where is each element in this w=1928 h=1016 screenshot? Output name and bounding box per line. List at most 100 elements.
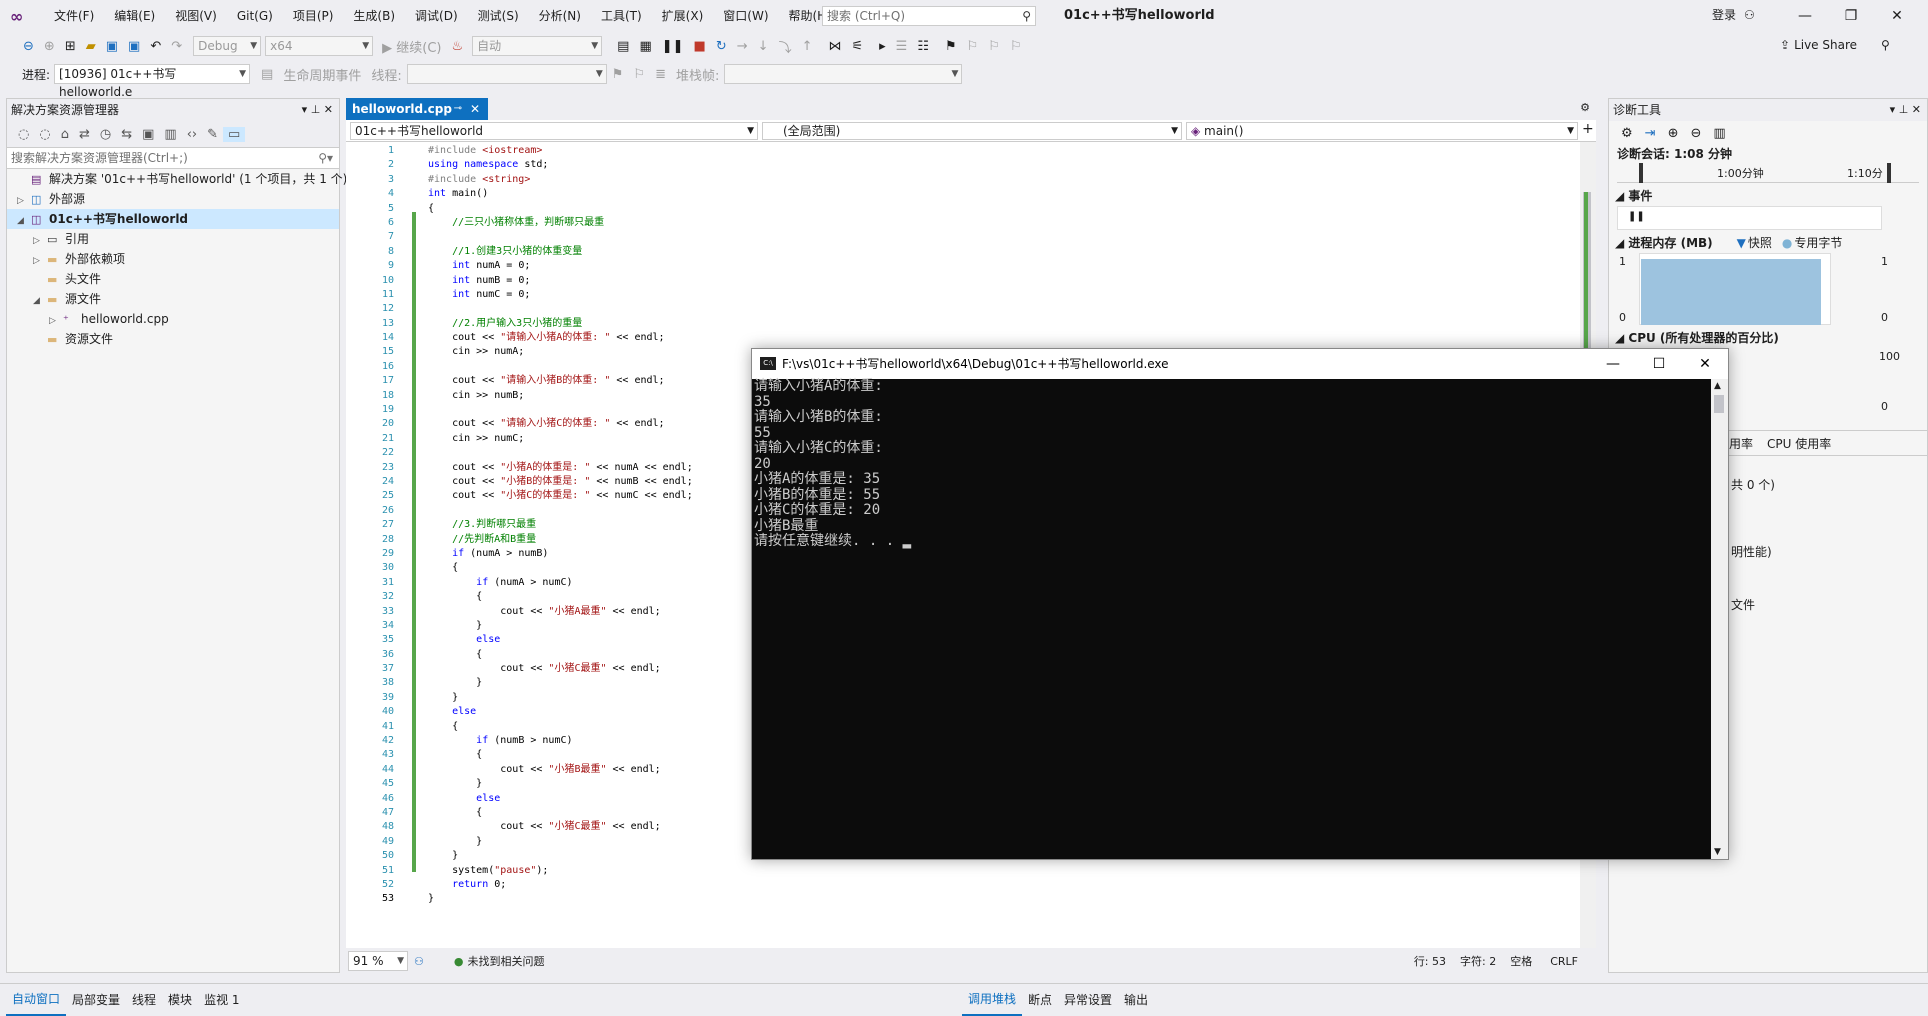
step-icon[interactable]: → [732, 39, 753, 54]
hot-reload-icon[interactable]: ♨ [447, 39, 469, 54]
code-line[interactable]: } [428, 892, 693, 906]
console-window[interactable]: C:\ F:\vs\01c++书写helloworld\x64\Debug\01… [751, 348, 1729, 860]
code-line[interactable] [428, 504, 693, 518]
code-icon[interactable]: ‹› [182, 127, 202, 142]
code-line[interactable]: cout << "小猪A最重" << endl; [428, 605, 693, 619]
bottom-tab[interactable]: 监视 1 [198, 985, 245, 1015]
gear-icon[interactable]: ⚙ [1615, 126, 1639, 141]
collapse-icon[interactable]: ▣ [137, 127, 159, 142]
code-line[interactable]: return 0; [428, 878, 693, 892]
code-line[interactable]: { [428, 648, 693, 662]
bookmark-icon[interactable]: ⚑ [940, 39, 962, 54]
filter-icon[interactable]: ⚑ [607, 67, 629, 82]
code-line[interactable] [428, 446, 693, 460]
back-icon[interactable]: ⊖ [18, 39, 39, 54]
tab-cpu-usage[interactable]: CPU 使用率 [1767, 435, 1831, 452]
redo-icon[interactable]: ↷ [166, 39, 187, 54]
pin-icon[interactable]: ⊥ [1899, 103, 1909, 116]
add-icon[interactable]: + [1582, 121, 1594, 137]
step-over-icon[interactable]: ⤵ [774, 37, 797, 56]
menu-item-7[interactable]: 测试(S) [468, 0, 529, 32]
history-icon[interactable]: ◷ [95, 127, 116, 142]
restart-icon[interactable]: ↻ [711, 39, 732, 54]
code-line[interactable]: #include <string> [428, 173, 693, 187]
timeline-ruler[interactable]: 1:00分钟 1:10分 [1617, 163, 1919, 183]
code-line[interactable]: { [428, 202, 693, 216]
zoom-in-icon[interactable]: ⊕ [1662, 126, 1685, 141]
whitespace-indicator[interactable]: 空格 [1510, 953, 1532, 969]
member-select[interactable]: ◈ main() ▼ [1186, 122, 1578, 140]
thread-select[interactable]: ▼ [406, 64, 607, 84]
code-line[interactable]: { [428, 806, 693, 820]
code-line[interactable] [428, 403, 693, 417]
project-select[interactable]: 01c++书写helloworld ▼ [350, 122, 758, 140]
console-scrollbar[interactable]: ▲ ▼ [1711, 379, 1728, 859]
live-share-button[interactable]: ⇪ Live Share ⚲ [1780, 38, 1890, 52]
properties-icon[interactable]: ✎ [202, 127, 223, 142]
tree-item[interactable]: ▬ 头文件 [7, 269, 339, 289]
bottom-tab[interactable]: 输出 [1118, 985, 1154, 1015]
bottom-tab[interactable]: 局部变量 [66, 985, 126, 1015]
continue-button[interactable]: ▶ 继续(C) [377, 37, 446, 56]
code-line[interactable]: cin >> numB; [428, 389, 693, 403]
memory-chart[interactable]: 1 0 1 0 [1609, 253, 1927, 325]
tree-item[interactable]: ◢ ▬ 源文件 [7, 289, 339, 309]
code-line[interactable]: } [428, 619, 693, 633]
login-button[interactable]: 登录 ⚇ [1712, 0, 1755, 30]
new-project-icon[interactable]: ⊞ [60, 39, 81, 54]
switch-views-icon[interactable]: ⇄ [74, 127, 95, 142]
tree-item[interactable]: ▷ ▭ 引用 [7, 229, 339, 249]
bookmark-next-icon[interactable]: ⚐ [983, 39, 1005, 54]
console-minimize-button[interactable]: — [1590, 349, 1636, 379]
expand-arrow-icon[interactable]: ▷ [49, 311, 63, 331]
code-line[interactable]: int numC = 0; [428, 288, 693, 302]
line-indicator[interactable]: 行: 53 [1414, 953, 1446, 969]
chevron-down-icon[interactable]: ▼ [1714, 847, 1721, 857]
console-output[interactable]: 请输入小猪A的体重: 35 请输入小猪B的体重: 55 请输入小猪C的体重: 20 小猪A的… [752, 378, 1712, 859]
undo-icon[interactable]: ↶ [145, 39, 166, 54]
events-section[interactable]: ◢ 事件 [1609, 187, 1927, 204]
tree-item[interactable]: ▤ 解决方案 '01c++书写helloworld' (1 个项目，共 1 个) [7, 169, 347, 189]
bottom-tab[interactable]: 断点 [1022, 985, 1058, 1015]
code-line[interactable]: else [428, 633, 693, 647]
process-select[interactable]: [10936] 01c++书写helloworld.e ▼ [54, 64, 251, 99]
preview-icon[interactable]: ▭ [223, 126, 246, 142]
code-line[interactable]: cout << "小猪A的体重是: " << numA << endl; [428, 461, 693, 475]
code-line[interactable] [428, 360, 693, 374]
code-line[interactable]: cin >> numA; [428, 345, 693, 359]
comment-icon[interactable]: ☰ [891, 39, 913, 54]
show-all-icon[interactable]: ▥ [159, 127, 181, 142]
zoom-select[interactable]: 91 % ▼ [348, 951, 408, 971]
col-indicator[interactable]: 字符: 2 [1460, 953, 1496, 969]
pause-icon[interactable]: ❚❚ [1628, 211, 1645, 222]
pin-icon[interactable]: ⊥ [311, 103, 321, 116]
code-line[interactable]: int numA = 0; [428, 259, 693, 273]
code-line[interactable]: system("pause"); [428, 864, 693, 878]
code-line[interactable]: if (numA > numC) [428, 576, 693, 590]
code-line[interactable]: } [428, 835, 693, 849]
bottom-tab[interactable]: 调用堆栈 [962, 984, 1023, 1016]
close-button[interactable]: ✕ [1874, 0, 1920, 32]
bookmark-clear-icon[interactable]: ⚐ [1005, 39, 1027, 54]
cpu-section[interactable]: ◢ CPU (所有处理器的百分比) [1609, 329, 1927, 346]
code-line[interactable] [428, 230, 693, 244]
home-icon[interactable]: ⌂ [56, 127, 74, 142]
flag-icon[interactable]: ⚐ [628, 67, 650, 82]
menu-item-4[interactable]: 项目(P) [283, 0, 344, 32]
menu-item-5[interactable]: 生成(B) [343, 0, 405, 32]
tree-item[interactable]: ◢ ◫ 01c++书写helloworld [7, 209, 339, 229]
tree-item[interactable]: ▷ ▬ 外部依赖项 [7, 249, 339, 269]
close-icon[interactable]: ✕ [1912, 103, 1921, 116]
stack-frame-select[interactable]: ▼ [724, 64, 963, 84]
code-line[interactable]: int numB = 0; [428, 274, 693, 288]
bookmark-prev-icon[interactable]: ⚐ [962, 39, 984, 54]
minimize-button[interactable]: — [1782, 0, 1828, 32]
code-line[interactable]: #include <iostream> [428, 144, 693, 158]
code-line[interactable]: //三只小猪称体重，判断哪只最重 [428, 216, 693, 230]
expand-arrow-icon[interactable]: ▷ [33, 231, 47, 251]
menu-item-9[interactable]: 工具(T) [591, 0, 652, 32]
code-line[interactable]: int main() [428, 187, 693, 201]
console-titlebar[interactable]: C:\ F:\vs\01c++书写helloworld\x64\Debug\01… [752, 349, 1728, 379]
bottom-tab[interactable]: 自动窗口 [6, 984, 67, 1016]
pin-icon[interactable]: ⚲ [1881, 38, 1890, 52]
